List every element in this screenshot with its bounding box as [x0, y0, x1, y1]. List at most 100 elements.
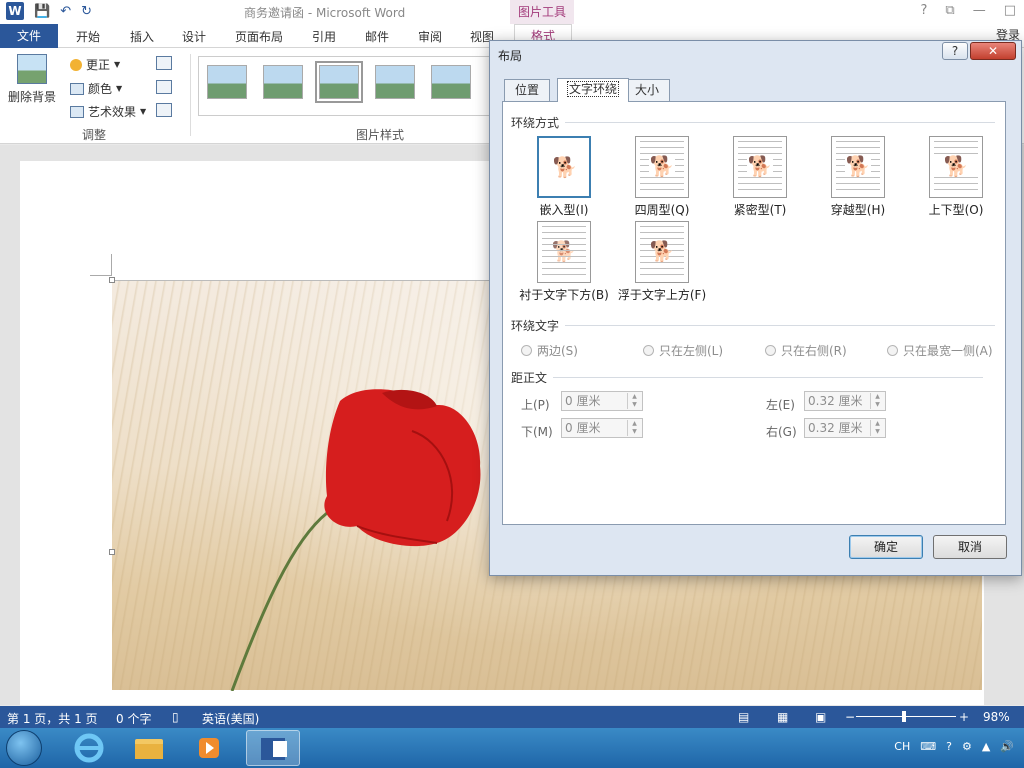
wrap-option-top-bottom[interactable]: 🐕 上下型(O) [901, 136, 1011, 218]
cancel-button[interactable]: 取消 [933, 535, 1007, 559]
distance-bottom-value: 0 厘米 [565, 421, 601, 435]
file-explorer-icon[interactable] [122, 730, 176, 766]
keyboard-icon[interactable]: ⌨ [920, 740, 936, 753]
ok-button[interactable]: 确定 [849, 535, 923, 559]
zoom-out-icon[interactable]: − [845, 710, 855, 724]
input-language[interactable]: CH [894, 740, 910, 753]
dog-icon: 🐕 [552, 155, 578, 179]
tab-size[interactable]: 大小 [624, 79, 671, 101]
taskbar: CH ⌨ ? ⚙ ▲ 🔊 [0, 728, 1024, 768]
compress-pictures-icon[interactable] [156, 56, 172, 70]
tab-mailings[interactable]: 邮件 [365, 28, 389, 45]
read-mode-icon[interactable]: ▤ [738, 710, 749, 724]
distance-left-value: 0.32 厘米 [808, 394, 863, 408]
corrections-button[interactable]: 更正 ▼ [70, 56, 120, 73]
word-count[interactable]: 0 个字 [116, 710, 151, 727]
resize-handle[interactable] [109, 277, 115, 283]
help-icon[interactable]: ? [921, 3, 928, 18]
resize-handle[interactable] [109, 549, 115, 555]
zoom-slider-track[interactable] [856, 716, 956, 717]
color-button[interactable]: 颜色 ▼ [70, 80, 122, 97]
picture-tools-tab: 图片工具 [510, 0, 574, 24]
word-taskbar-icon[interactable] [246, 730, 300, 766]
wrap-option-in-front-of-text[interactable]: 🐕 浮于文字上方(F) [607, 221, 717, 303]
picture-style-thumb[interactable] [263, 65, 303, 99]
distance-bottom-label: 下(M) [521, 425, 553, 439]
tab-file[interactable]: 文件 [0, 24, 58, 48]
system-tray: CH ⌨ ? ⚙ ▲ 🔊 [894, 740, 1014, 753]
dog-icon: 🐕 [747, 154, 773, 178]
corrections-icon [70, 58, 82, 71]
tab-design[interactable]: 设计 [182, 28, 206, 45]
radio-right-only[interactable]: 只在右侧(R) [765, 342, 847, 359]
radio-largest-only[interactable]: 只在最宽一侧(A) [887, 342, 993, 359]
picture-style-thumb[interactable] [207, 65, 247, 99]
distance-left-input[interactable]: 0.32 厘米 ▲ ▼ [804, 391, 886, 411]
zoom-in-icon[interactable]: + [959, 710, 969, 724]
distance-bottom-input[interactable]: 0 厘米 ▲ ▼ [561, 418, 643, 438]
wrap-behind-label: 衬于文字下方(B) [519, 288, 609, 302]
language-indicator[interactable]: 英语(美国) [202, 710, 259, 727]
picture-style-thumb[interactable] [315, 61, 363, 103]
tab-home[interactable]: 开始 [76, 28, 100, 45]
tab-insert[interactable]: 插入 [130, 28, 154, 45]
redo-icon[interactable]: ↻ [81, 4, 92, 19]
page-count[interactable]: 第 1 页，共 1 页 [7, 710, 98, 727]
ribbon-display-icon[interactable]: ⧉ [945, 3, 954, 18]
tab-size-label: 大小 [635, 83, 660, 97]
undo-icon[interactable]: ↶ [60, 4, 71, 19]
zoom-level[interactable]: 98% [983, 710, 1010, 724]
web-layout-icon[interactable]: ▣ [815, 710, 826, 724]
distance-right-input[interactable]: 0.32 厘米 ▲ ▼ [804, 418, 886, 438]
wrap-option-tight[interactable]: 🐕 紧密型(T) [705, 136, 815, 218]
wrap-inline-label: 嵌入型(I) [539, 203, 589, 217]
media-player-icon[interactable] [182, 730, 236, 766]
distance-section-label: 距正文 [511, 371, 548, 385]
radio-left-only[interactable]: 只在左侧(L) [643, 342, 723, 359]
spinner-arrows-icon[interactable]: ▲ ▼ [870, 393, 884, 409]
wrap-option-inline[interactable]: 🐕 嵌入型(I) [509, 136, 619, 218]
tab-references[interactable]: 引用 [312, 28, 336, 45]
help-icon[interactable]: ? [946, 740, 952, 753]
minimize-icon[interactable]: — [973, 3, 986, 18]
radio-circle [765, 345, 776, 356]
print-layout-icon[interactable]: ▦ [777, 710, 788, 724]
radio-both-sides[interactable]: 两边(S) [521, 342, 578, 359]
tray-expand-icon[interactable]: ▲ [982, 740, 990, 753]
dialog-body: 环绕方式 🐕 嵌入型(I) 🐕 四周型(Q) 🐕 紧密型(T) 🐕 穿越型(H)… [502, 101, 1006, 525]
dialog-help-button[interactable]: ? [942, 42, 968, 60]
wrap-option-behind-text[interactable]: 🐕 衬于文字下方(B) [509, 221, 619, 303]
change-picture-icon[interactable] [156, 80, 172, 94]
spinner-arrows-icon[interactable]: ▲ ▼ [870, 420, 884, 436]
tab-position[interactable]: 位置 [504, 79, 551, 101]
proofing-icon[interactable]: ▯ [172, 710, 179, 724]
zoom-slider-thumb[interactable] [902, 711, 906, 722]
internet-explorer-icon[interactable] [62, 730, 116, 766]
tab-text-wrapping[interactable]: 文字环绕 [557, 78, 630, 102]
wrap-option-through[interactable]: 🐕 穿越型(H) [803, 136, 913, 218]
color-icon [70, 82, 84, 95]
spinner-arrows-icon[interactable]: ▲ ▼ [627, 420, 641, 436]
remove-background-button[interactable]: 删除背景 [4, 54, 60, 105]
tab-review[interactable]: 审阅 [418, 28, 442, 45]
wrap-option-square[interactable]: 🐕 四周型(Q) [607, 136, 717, 218]
tab-layout[interactable]: 页面布局 [235, 28, 283, 45]
dialog-close-button[interactable]: ✕ [970, 42, 1016, 60]
chevron-down-icon: ▼ [116, 84, 123, 93]
artistic-effects-button[interactable]: 艺术效果 ▼ [70, 103, 146, 120]
color-label: 颜色 [88, 82, 113, 96]
save-icon[interactable]: 💾 [34, 4, 50, 19]
maximize-icon[interactable]: □ [1004, 3, 1016, 18]
status-bar: 第 1 页，共 1 页 0 个字 ▯ 英语(美国) ▤ ▦ ▣ − + 98% [0, 706, 1024, 728]
picture-style-thumb[interactable] [431, 65, 471, 99]
start-button[interactable] [6, 730, 42, 766]
wrap-square-label: 四周型(Q) [634, 203, 690, 217]
distance-top-input[interactable]: 0 厘米 ▲ ▼ [561, 391, 643, 411]
spinner-arrows-icon[interactable]: ▲ ▼ [627, 393, 641, 409]
reset-picture-icon[interactable] [156, 103, 172, 117]
chevron-down-icon: ▼ [140, 107, 147, 116]
picture-style-thumb[interactable] [375, 65, 415, 99]
distance-top-value: 0 厘米 [565, 394, 601, 408]
settings-icon[interactable]: ⚙ [962, 740, 972, 753]
volume-icon[interactable]: 🔊 [1000, 740, 1014, 753]
